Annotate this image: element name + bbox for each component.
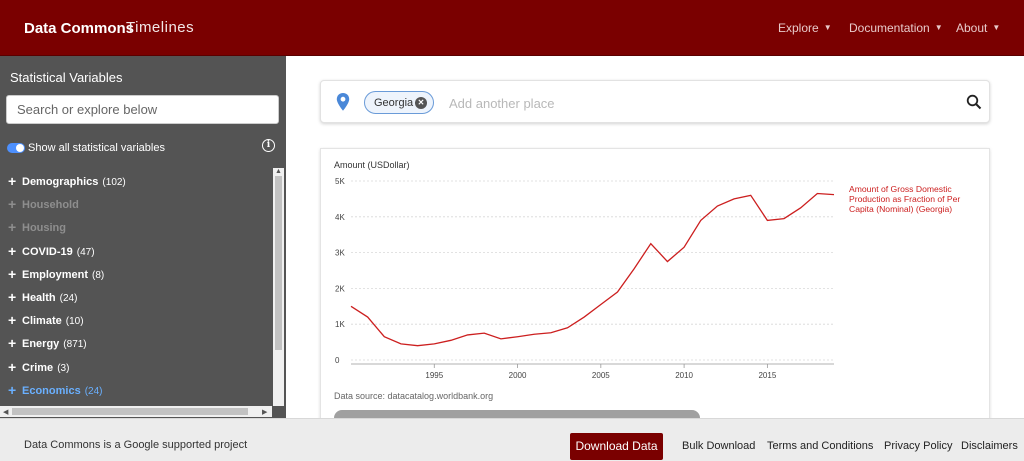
- tree-item-label: Climate: [22, 315, 62, 328]
- tree-item[interactable]: + COVID-19 (47): [8, 243, 95, 259]
- chevron-down-icon: ▼: [934, 23, 943, 32]
- tree-item[interactable]: + Demographics (102): [8, 173, 126, 189]
- nav-explore[interactable]: Explore ▼: [778, 21, 832, 35]
- tree-item[interactable]: + Energy (871): [8, 335, 87, 351]
- expand-plus-icon[interactable]: +: [8, 173, 22, 189]
- top-navbar: Data Commons Timelines Explore ▼ Document…: [0, 0, 1024, 56]
- tree-item[interactable]: + Employment (8): [8, 266, 104, 282]
- y-tick-label: 4K: [335, 213, 345, 222]
- tree-item[interactable]: + Household: [8, 196, 79, 212]
- tree-item-count: (24): [84, 385, 103, 397]
- place-chip-label: Georgia: [374, 97, 414, 109]
- scroll-left-arrow-icon[interactable]: ◀: [3, 408, 8, 416]
- search-icon[interactable]: [966, 94, 982, 110]
- page-footer: Data Commons is a Google supported proje…: [0, 418, 1024, 461]
- stat-var-search-input[interactable]: [6, 95, 279, 124]
- vertical-scrollbar[interactable]: ▲: [273, 168, 284, 406]
- privacy-link[interactable]: Privacy Policy: [884, 440, 952, 452]
- tree-item-label: Housing: [22, 222, 66, 235]
- data-source-label: Data source: datacatalog.worldbank.org: [334, 391, 494, 401]
- tree-item-count: (10): [65, 316, 84, 328]
- tree-item-count: (8): [92, 269, 105, 281]
- tree-item[interactable]: + Economics (24): [8, 382, 102, 398]
- scrollbar-thumb[interactable]: [12, 408, 248, 415]
- disclaimers-link[interactable]: Disclaimers: [961, 440, 1018, 452]
- place-chip-georgia[interactable]: Georgia ✕: [364, 91, 434, 114]
- tree-item-count: (24): [59, 293, 78, 304]
- tree-item-label: Household: [22, 199, 79, 212]
- tree-item-label: Crime: [22, 361, 54, 374]
- tree-item-label: Health: [22, 292, 56, 304]
- scrollbar-thumb[interactable]: [275, 176, 282, 350]
- tree-item-label: Demographics: [22, 176, 99, 188]
- show-all-toggle[interactable]: [7, 143, 25, 153]
- expand-plus-icon[interactable]: +: [8, 243, 22, 259]
- chart-card: Amount (USDollar) 0 1K 2K 3K 4K 5K 1995 2000 2005…: [320, 148, 990, 428]
- nav-documentation[interactable]: Documentation ▼: [849, 21, 943, 35]
- series-line: [350, 192, 835, 347]
- stat-var-sidebar: Statistical Variables Show all statistic…: [0, 56, 286, 418]
- brand-logo[interactable]: Data Commons: [24, 20, 134, 37]
- bulk-download-link[interactable]: Bulk Download: [682, 440, 755, 452]
- y-tick-label: 2K: [335, 284, 345, 293]
- nav-documentation-label: Documentation: [849, 21, 930, 35]
- sidebar-title: Statistical Variables: [10, 70, 123, 85]
- nav-about-label: About: [956, 21, 988, 35]
- x-tick-label: 2010: [675, 371, 693, 380]
- scroll-up-arrow-icon[interactable]: ▲: [275, 168, 282, 175]
- info-icon[interactable]: i: [262, 139, 275, 152]
- y-tick-label: 5K: [335, 177, 345, 186]
- legend-label: Amount of Gross Domestic Production as Fr…: [849, 184, 960, 214]
- expand-plus-icon[interactable]: +: [8, 219, 22, 235]
- y-tick-label: 1K: [335, 320, 345, 329]
- tree-item[interactable]: + Housing: [8, 219, 66, 235]
- horizontal-scrollbar[interactable]: ◀ ▶: [0, 406, 272, 417]
- legend-line: Production as Fraction of Per: [849, 194, 960, 204]
- x-tick-label: 2000: [509, 371, 527, 380]
- x-tick-label: 1995: [425, 371, 443, 380]
- tree-item-count: (47): [76, 246, 95, 258]
- brand-subtitle[interactable]: Timelines: [126, 19, 194, 36]
- expand-plus-icon[interactable]: +: [8, 266, 22, 282]
- footer-text: Data Commons is a Google supported proje…: [24, 439, 248, 451]
- terms-link[interactable]: Terms and Conditions: [767, 440, 873, 452]
- tree-item-count: (3): [57, 362, 70, 374]
- place-search-box: Georgia ✕: [320, 80, 990, 123]
- tree-item[interactable]: + Crime (3): [8, 359, 69, 375]
- tree-item[interactable]: + Climate (10): [8, 312, 84, 328]
- tree-item[interactable]: + Health (24): [8, 289, 77, 305]
- y-axis-label: Amount (USDollar): [334, 160, 410, 170]
- legend-line: Amount of Gross Domestic: [849, 184, 952, 194]
- expand-plus-icon[interactable]: +: [8, 335, 22, 351]
- expand-plus-icon[interactable]: +: [8, 382, 22, 398]
- location-pin-icon: [336, 93, 350, 111]
- tree-item-label: Energy: [22, 338, 60, 351]
- y-tick-label: 0: [335, 356, 340, 365]
- add-place-input[interactable]: [449, 92, 929, 114]
- expand-plus-icon[interactable]: +: [8, 359, 22, 375]
- scroll-right-arrow-icon[interactable]: ▶: [262, 408, 267, 416]
- chevron-down-icon: ▼: [823, 23, 832, 32]
- expand-plus-icon[interactable]: +: [8, 289, 22, 305]
- remove-place-icon[interactable]: ✕: [415, 97, 427, 109]
- nav-about[interactable]: About ▼: [956, 21, 1000, 35]
- expand-plus-icon[interactable]: +: [8, 312, 22, 328]
- x-tick-label: 2005: [592, 371, 610, 380]
- show-all-toggle-label: Show all statistical variables: [28, 142, 165, 154]
- x-tick-label: 2015: [758, 371, 776, 380]
- nav-explore-label: Explore: [778, 21, 819, 35]
- tree-item-count: (871): [63, 339, 87, 351]
- download-data-button[interactable]: Download Data: [570, 433, 663, 460]
- y-tick-label: 3K: [335, 249, 345, 258]
- tree-item-count: (102): [102, 177, 126, 188]
- legend-line: Capita (Nominal) (Georgia): [849, 204, 952, 214]
- line-chart: Amount (USDollar) 0 1K 2K 3K 4K 5K 1995 2000 2005…: [334, 160, 960, 380]
- chevron-down-icon: ▼: [992, 23, 1001, 32]
- expand-plus-icon[interactable]: +: [8, 196, 22, 212]
- tree-item-label: Economics: [22, 384, 81, 397]
- tree-item-label: COVID-19: [22, 245, 73, 258]
- tree-item-label: Employment: [22, 268, 89, 281]
